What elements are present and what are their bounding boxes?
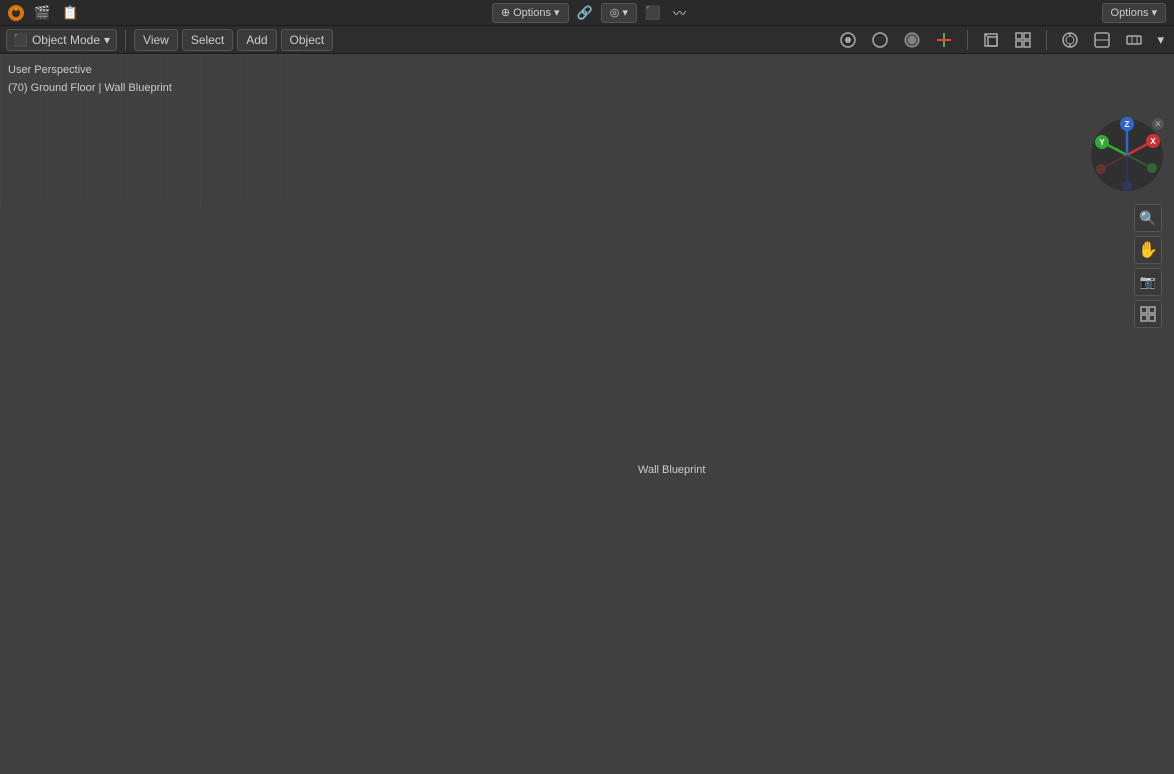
header-right-icons: ▾	[835, 30, 1168, 50]
proportional-icon: ◎	[610, 6, 620, 19]
overlays-btn[interactable]	[899, 30, 925, 50]
svg-text:Z: Z	[1125, 120, 1130, 129]
nav-gizmo[interactable]: X Y Z ✕	[1088, 116, 1166, 194]
options-arrow: ▾	[1151, 6, 1157, 19]
topbar-right: Options ▾	[1094, 3, 1174, 23]
view-quad-btn[interactable]	[1010, 30, 1036, 50]
sequencer-btn[interactable]	[1121, 30, 1147, 50]
viewport-shading-rendered[interactable]	[867, 30, 893, 50]
object-menu[interactable]: Object	[281, 29, 334, 51]
proportional-arrow: ▾	[622, 6, 628, 19]
top-menubar: 🎬 📋 ⊕ Options ▾ 🔗 ◎ ▾ ⬛ 〰 Options ▾	[0, 0, 1174, 26]
object-label: Wall Blueprint	[638, 464, 705, 476]
zoom-in-btn[interactable]: 🔍	[1134, 204, 1162, 232]
viewport-shading-solid[interactable]	[835, 30, 861, 50]
gizmos-btn[interactable]	[931, 30, 957, 50]
view-label: View	[143, 33, 169, 47]
select-label: Select	[191, 33, 224, 47]
mode-arrow: ▾	[104, 33, 110, 47]
camera-btn[interactable]: 📷	[1134, 268, 1162, 296]
global-label: Options	[513, 7, 551, 19]
separator-2	[967, 30, 968, 50]
options-label: Options	[1111, 7, 1149, 19]
proportional-btn[interactable]: ◎ ▾	[601, 3, 637, 23]
separator-3	[1046, 30, 1047, 50]
blender-logo	[6, 3, 26, 23]
mode-label: Object Mode	[32, 33, 100, 47]
options-btn[interactable]: Options ▾	[1102, 3, 1166, 23]
grid	[0, 54, 300, 204]
svg-text:✕: ✕	[1154, 119, 1162, 129]
view-layer-selector[interactable]: 📋	[58, 3, 82, 23]
topbar-center: ⊕ Options ▾ 🔗 ◎ ▾ ⬛ 〰	[88, 3, 1093, 23]
compositing-btn[interactable]	[1089, 30, 1115, 50]
object-label: Object	[290, 33, 325, 47]
dropdown-arrow: ▾	[554, 6, 560, 19]
scene-selector[interactable]: 🎬	[30, 3, 54, 23]
add-menu[interactable]: Add	[237, 29, 276, 51]
shading-btn-2[interactable]: 〰	[669, 3, 690, 23]
select-menu[interactable]: Select	[182, 29, 233, 51]
add-label: Add	[246, 33, 267, 47]
separator-1	[125, 30, 126, 50]
right-tools: 🔍 ✋ 📷	[1134, 204, 1162, 328]
svg-text:X: X	[1150, 137, 1156, 146]
mode-icon: ⬛	[13, 33, 28, 47]
global-icon: ⊕	[501, 6, 510, 19]
global-transform-btn[interactable]: ⊕ Options ▾	[492, 3, 569, 23]
shading-btn-1[interactable]: ⬛	[641, 3, 665, 23]
object-mode-dropdown[interactable]: ⬛ Object Mode ▾	[6, 29, 117, 51]
grid-btn[interactable]	[1134, 300, 1162, 328]
viewport[interactable]: User Perspective (70) Ground Floor | Wal…	[0, 54, 1174, 774]
extra-btn[interactable]: ▾	[1153, 30, 1168, 50]
view-perspective-btn[interactable]	[978, 30, 1004, 50]
svg-text:Y: Y	[1099, 138, 1105, 147]
snap-btn[interactable]: 🔗	[573, 3, 597, 23]
pan-btn[interactable]: ✋	[1134, 236, 1162, 264]
view-menu[interactable]: View	[134, 29, 178, 51]
header-toolbar: ⬛ Object Mode ▾ View Select Add Object	[0, 26, 1174, 54]
render-engine-btn[interactable]	[1057, 30, 1083, 50]
